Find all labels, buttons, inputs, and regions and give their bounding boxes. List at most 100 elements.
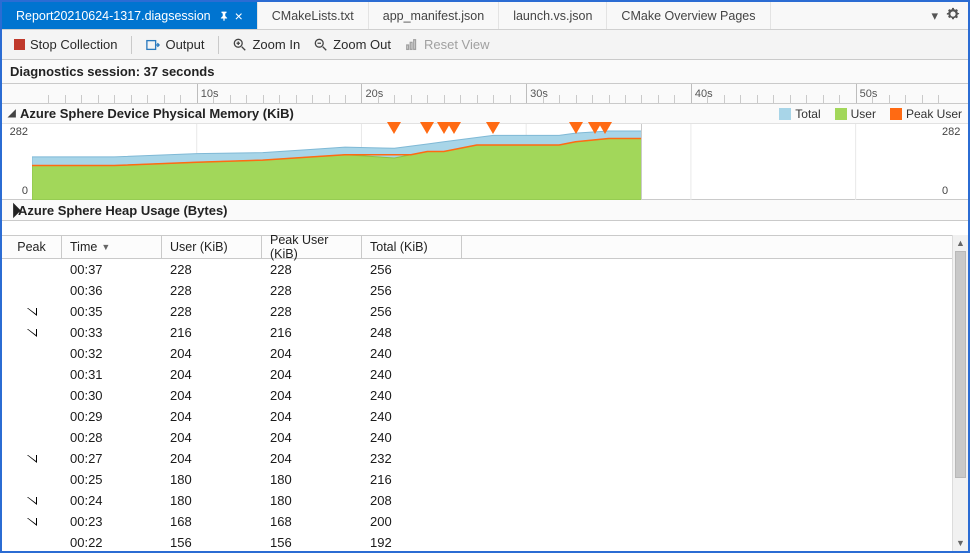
peak-flag-icon <box>27 329 37 337</box>
scroll-thumb[interactable] <box>955 251 966 478</box>
table-row[interactable]: 00:37228228256 <box>2 259 952 280</box>
cell-peak <box>2 518 62 526</box>
legend-swatch-total <box>779 108 791 120</box>
zoom-out-button[interactable]: Zoom Out <box>308 34 397 55</box>
cell-peak-user: 168 <box>262 514 362 529</box>
table-row[interactable]: 00:24180180208 <box>2 490 952 511</box>
cell-user: 216 <box>162 325 262 340</box>
col-peak[interactable]: Peak <box>2 236 62 258</box>
memory-section-header[interactable]: ◢ Azure Sphere Device Physical Memory (K… <box>2 104 968 124</box>
col-total[interactable]: Total (KiB) <box>362 236 462 258</box>
cell-user: 228 <box>162 262 262 277</box>
cell-user: 156 <box>162 535 262 550</box>
chart-marker-icon[interactable] <box>420 122 434 134</box>
stop-icon <box>14 39 25 50</box>
chart-marker-icon[interactable] <box>486 122 500 134</box>
peak-flag-icon <box>27 497 37 505</box>
tab-launch[interactable]: launch.vs.json <box>499 2 607 29</box>
table-row[interactable]: 00:32204204240 <box>2 343 952 364</box>
cell-total: 240 <box>362 367 462 382</box>
diagnostics-window: Report20210624-1317.diagsession × CMakeL… <box>0 0 970 553</box>
table-header: Peak Time User (KiB) Peak User (KiB) Tot… <box>2 235 952 259</box>
tab-manifest[interactable]: app_manifest.json <box>369 2 499 29</box>
legend-swatch-peak <box>890 108 902 120</box>
stop-collection-button[interactable]: Stop Collection <box>8 34 123 55</box>
cell-time: 00:33 <box>62 325 162 340</box>
zoom-in-button[interactable]: Zoom In <box>227 34 306 55</box>
memory-table: Peak Time User (KiB) Peak User (KiB) Tot… <box>2 235 968 551</box>
cell-total: 240 <box>362 430 462 445</box>
col-peak-user[interactable]: Peak User (KiB) <box>262 236 362 258</box>
cell-time: 00:25 <box>62 472 162 487</box>
gear-icon[interactable] <box>946 7 960 24</box>
peak-flag-icon <box>27 455 37 463</box>
tab-active[interactable]: Report20210624-1317.diagsession × <box>2 2 258 29</box>
cell-total: 216 <box>362 472 462 487</box>
output-button[interactable]: Output <box>140 34 210 55</box>
scroll-down-icon[interactable]: ▼ <box>953 535 968 551</box>
cell-peak-user: 204 <box>262 346 362 361</box>
cell-total: 256 <box>362 304 462 319</box>
table-row[interactable]: 00:36228228256 <box>2 280 952 301</box>
cell-peak <box>2 455 62 463</box>
cell-peak-user: 204 <box>262 409 362 424</box>
table-row[interactable]: 00:31204204240 <box>2 364 952 385</box>
collapse-icon[interactable]: ◢ <box>8 108 16 119</box>
table-row[interactable]: 00:33216216248 <box>2 322 952 343</box>
cell-user: 204 <box>162 409 262 424</box>
heap-section-header[interactable]: ◢ Azure Sphere Heap Usage (Bytes) <box>2 200 968 221</box>
peak-flag-icon <box>27 308 37 316</box>
chart-marker-icon[interactable] <box>387 122 401 134</box>
y-axis-right: 282 0 <box>938 124 968 199</box>
cell-user: 228 <box>162 283 262 298</box>
cell-peak-user: 204 <box>262 367 362 382</box>
cell-total: 208 <box>362 493 462 508</box>
peak-flag-icon <box>27 518 37 526</box>
table-row[interactable]: 00:25180180216 <box>2 469 952 490</box>
table-row[interactable]: 00:27204204232 <box>2 448 952 469</box>
section-title-heap: Azure Sphere Heap Usage (Bytes) <box>18 203 228 218</box>
tab-cmake-overview[interactable]: CMake Overview Pages <box>607 2 770 29</box>
cell-peak <box>2 329 62 337</box>
cell-time: 00:24 <box>62 493 162 508</box>
table-row[interactable]: 00:35228228256 <box>2 301 952 322</box>
legend: Total User Peak User <box>779 107 962 121</box>
cell-time: 00:29 <box>62 409 162 424</box>
cell-peak-user: 216 <box>262 325 362 340</box>
chart-marker-icon[interactable] <box>569 122 583 134</box>
cell-user: 180 <box>162 472 262 487</box>
scroll-up-icon[interactable]: ▲ <box>953 235 968 251</box>
cell-user: 180 <box>162 493 262 508</box>
window-position-icon[interactable]: ▾ <box>931 8 938 24</box>
cell-total: 240 <box>362 346 462 361</box>
close-icon[interactable]: × <box>235 9 243 23</box>
table-row[interactable]: 00:23168168200 <box>2 511 952 532</box>
col-time[interactable]: Time <box>62 236 162 258</box>
tab-cmakelists[interactable]: CMakeLists.txt <box>258 2 369 29</box>
table-row[interactable]: 00:22156156192 <box>2 532 952 551</box>
table-row[interactable]: 00:28204204240 <box>2 427 952 448</box>
memory-chart: 282 0 282 0 <box>2 124 968 200</box>
chart-marker-icon[interactable] <box>598 122 612 134</box>
cell-user: 204 <box>162 346 262 361</box>
cell-peak-user: 228 <box>262 304 362 319</box>
cell-total: 256 <box>362 283 462 298</box>
plot-area[interactable] <box>32 124 938 199</box>
chart-marker-icon[interactable] <box>447 122 461 134</box>
cell-total: 240 <box>362 388 462 403</box>
y-axis-left: 282 0 <box>2 124 32 199</box>
table-row[interactable]: 00:29204204240 <box>2 406 952 427</box>
vertical-scrollbar[interactable]: ▲ ▼ <box>952 235 968 551</box>
table-rows: 00:3722822825600:3622822825600:352282282… <box>2 259 952 551</box>
table-row[interactable]: 00:30204204240 <box>2 385 952 406</box>
cell-peak-user: 180 <box>262 472 362 487</box>
cell-time: 00:37 <box>62 262 162 277</box>
zoom-in-icon <box>233 38 247 52</box>
cell-total: 232 <box>362 451 462 466</box>
timeline-ruler[interactable]: 10s20s30s40s50s <box>2 84 968 104</box>
cell-time: 00:27 <box>62 451 162 466</box>
pin-icon[interactable] <box>219 11 229 21</box>
cell-peak <box>2 308 62 316</box>
col-user[interactable]: User (KiB) <box>162 236 262 258</box>
cell-time: 00:31 <box>62 367 162 382</box>
